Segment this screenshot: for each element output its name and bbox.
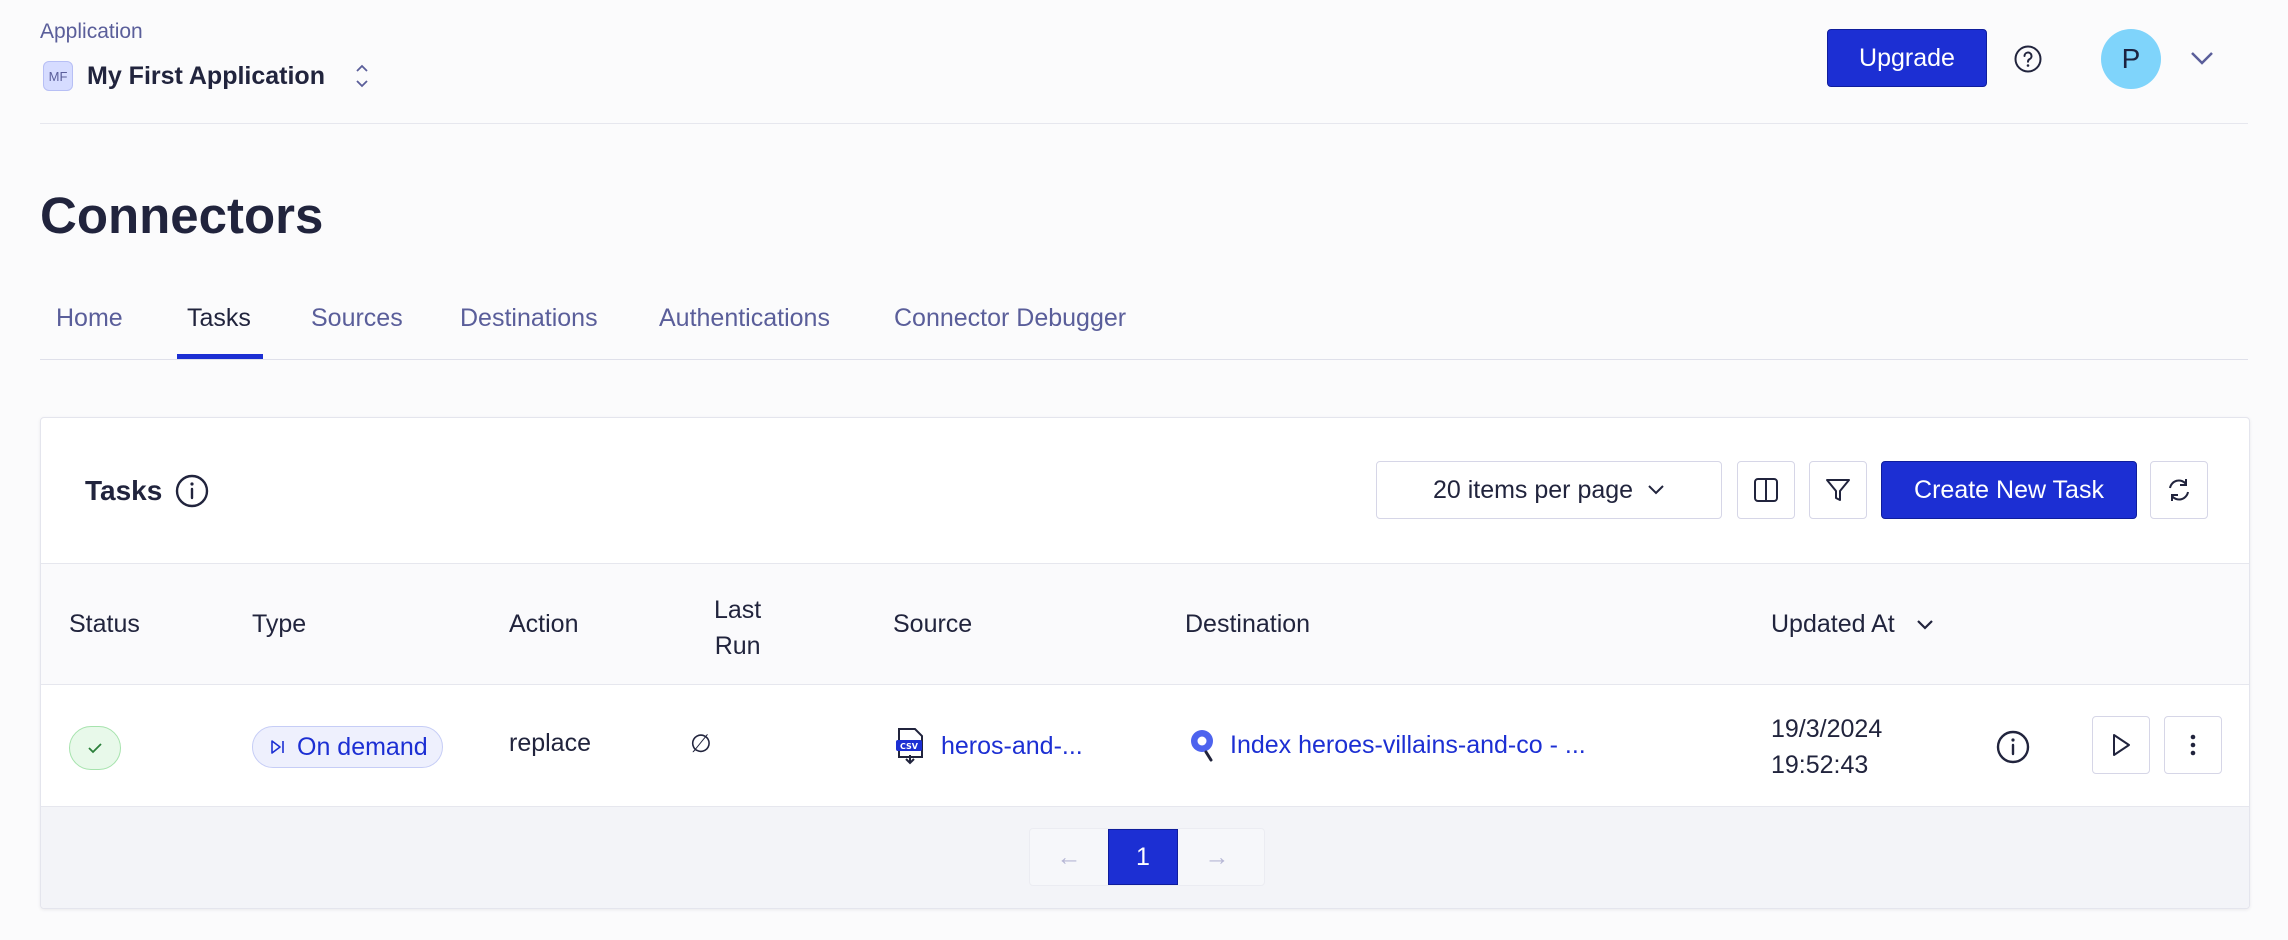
column-header-updated-at-label: Updated At: [1771, 610, 1895, 638]
status-success-badge: [69, 726, 121, 770]
tab-bar: Home Tasks Sources Destinations Authenti…: [40, 290, 2248, 360]
source-link-label: heros-and-...: [941, 731, 1083, 760]
tab-connector-debugger[interactable]: Connector Debugger: [894, 304, 1126, 357]
tab-sources[interactable]: Sources: [311, 304, 403, 357]
row-more-button[interactable]: [2164, 716, 2222, 774]
action-value: replace: [509, 729, 591, 757]
table-header: Status Type Action Last Run Source Desti…: [41, 563, 2249, 685]
page-title: Connectors: [40, 187, 324, 244]
tab-tasks[interactable]: Tasks: [187, 304, 251, 357]
tab-authentications[interactable]: Authentications: [659, 304, 830, 357]
destination-link[interactable]: Index heroes-villains-and-co - ...: [1188, 727, 1586, 763]
next-page-button[interactable]: →: [1178, 829, 1256, 885]
items-per-page-select[interactable]: 20 items per page: [1376, 461, 1722, 519]
csv-file-icon: CSV: [896, 728, 923, 765]
refresh-button[interactable]: [2150, 461, 2208, 519]
card-header: Tasks: [85, 473, 210, 509]
filter-button[interactable]: [1809, 461, 1867, 519]
info-icon[interactable]: [174, 473, 210, 509]
app-name: My First Application: [87, 61, 325, 90]
tab-destinations[interactable]: Destinations: [460, 304, 598, 357]
column-header-action: Action: [509, 610, 579, 638]
create-new-task-button[interactable]: Create New Task: [1881, 461, 2137, 519]
column-header-destination: Destination: [1185, 610, 1311, 638]
card-title: Tasks: [85, 475, 163, 506]
table-row: On demand replace ∅ CSV heros-and-... In…: [41, 685, 2249, 807]
refresh-icon: [2169, 479, 2189, 501]
destination-link-label: Index heroes-villains-and-co - ...: [1230, 730, 1586, 759]
column-header-last-run-line1: Last: [714, 596, 762, 624]
help-icon[interactable]: [2013, 44, 2043, 74]
task-info-icon[interactable]: [1995, 729, 2031, 765]
type-label: On demand: [297, 732, 428, 761]
previous-page-button[interactable]: ←: [1030, 829, 1108, 885]
tasks-card: Tasks 20 items per page Create New Task: [40, 417, 2250, 909]
column-header-updated-at[interactable]: Updated At: [1771, 610, 1934, 639]
updated-date: 19/3/2024: [1771, 715, 1883, 743]
application-label: Application: [40, 20, 143, 43]
table-footer: ← 1 →: [41, 807, 2249, 908]
last-run-value: ∅: [690, 730, 712, 758]
items-per-page-label: 20 items per page: [1432, 475, 1634, 504]
svg-text:CSV: CSV: [900, 742, 919, 751]
columns-button[interactable]: [1737, 461, 1795, 519]
page-button-current[interactable]: 1: [1108, 829, 1178, 885]
application-selector[interactable]: MF My First Application: [43, 58, 369, 94]
upgrade-button[interactable]: Upgrade: [1827, 29, 1987, 87]
source-link[interactable]: CSV heros-and-...: [893, 727, 1083, 765]
avatar[interactable]: P: [2101, 29, 2161, 89]
on-demand-icon: [271, 740, 284, 754]
run-task-button[interactable]: [2092, 716, 2150, 774]
column-header-source: Source: [893, 610, 973, 638]
pagination: ← 1 →: [1029, 828, 1265, 886]
active-tab-indicator: [177, 354, 263, 359]
sort-descending-icon: [1916, 620, 1933, 630]
checkmark-icon: [88, 743, 102, 754]
algolia-search-icon: [1191, 730, 1213, 762]
updated-time: 19:52:43: [1771, 751, 1869, 779]
column-header-type: Type: [252, 610, 307, 638]
tab-home[interactable]: Home: [56, 304, 123, 357]
column-header-status: Status: [69, 610, 140, 638]
filter-icon: [1826, 479, 1850, 501]
column-header-last-run: Last Run: [714, 592, 761, 664]
type-badge: On demand: [252, 726, 443, 768]
column-header-last-run-line2: Run: [714, 632, 761, 660]
columns-icon: [1754, 478, 1778, 502]
chevron-down-icon[interactable]: [2187, 46, 2217, 70]
play-icon: [2113, 734, 2130, 756]
updated-at-value: 19/3/2024 19:52:43: [1771, 711, 1882, 783]
chevron-up-down-icon: [355, 62, 369, 90]
chevron-down-icon: [1648, 485, 1664, 495]
app-badge: MF: [43, 61, 73, 91]
more-vertical-icon: [2190, 734, 2196, 756]
